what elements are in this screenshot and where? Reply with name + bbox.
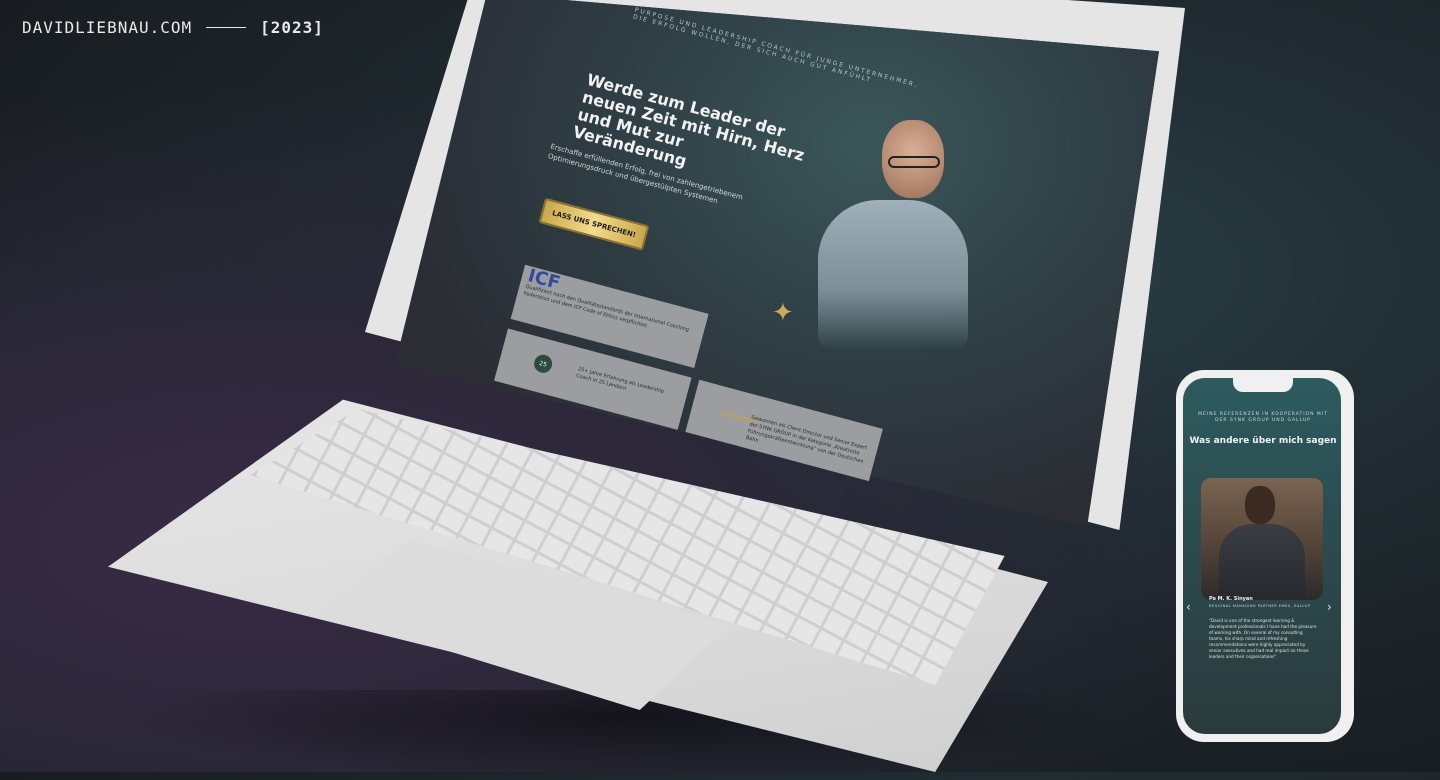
chevron-right-icon[interactable]: ›: [1327, 600, 1332, 614]
icf-card-text: Qualifiziert nach den Qualitätsstandards…: [522, 283, 690, 334]
site-header: DAVIDLIEBNAU.COM [2023]: [22, 18, 324, 37]
testimonial-quote: "David is one of the strongest learning …: [1209, 618, 1317, 659]
testimonial-name: Pa M. K. Sinyan: [1209, 596, 1253, 602]
header-divider: [206, 27, 247, 28]
phone-notch: [1233, 378, 1293, 392]
cta-button[interactable]: LASS UNS SPRECHEN!: [538, 197, 650, 251]
experience-badge-icon: 25: [532, 352, 555, 375]
testimonial-photo: [1201, 478, 1323, 600]
site-name: DAVIDLIEBNAU.COM: [22, 18, 193, 37]
testimonials-eyebrow: MEINE REFERENZEN IN KOOPERATION MIT DER …: [1198, 412, 1328, 423]
phone-screen: MEINE REFERENZEN IN KOOPERATION MIT DER …: [1183, 378, 1341, 734]
award-card: ZERTIFIZIERT Gewonnen als Client Directo…: [685, 379, 883, 482]
testimonial-role: REGIONAL MANAGING PARTNER EMEA, GALLUP: [1209, 604, 1311, 608]
award-card-text: Gewonnen als Client Director und Senior …: [745, 414, 868, 465]
project-year: [2023]: [260, 18, 324, 37]
photo-head: [1245, 486, 1275, 524]
testimonials-title: Was andere über mich sagen: [1189, 436, 1337, 446]
chevron-left-icon[interactable]: ‹: [1186, 600, 1191, 614]
photo-body: [1219, 524, 1305, 600]
experience-card-text: 25+ Jahre Erfahrung als Leadership Coach…: [575, 366, 665, 395]
